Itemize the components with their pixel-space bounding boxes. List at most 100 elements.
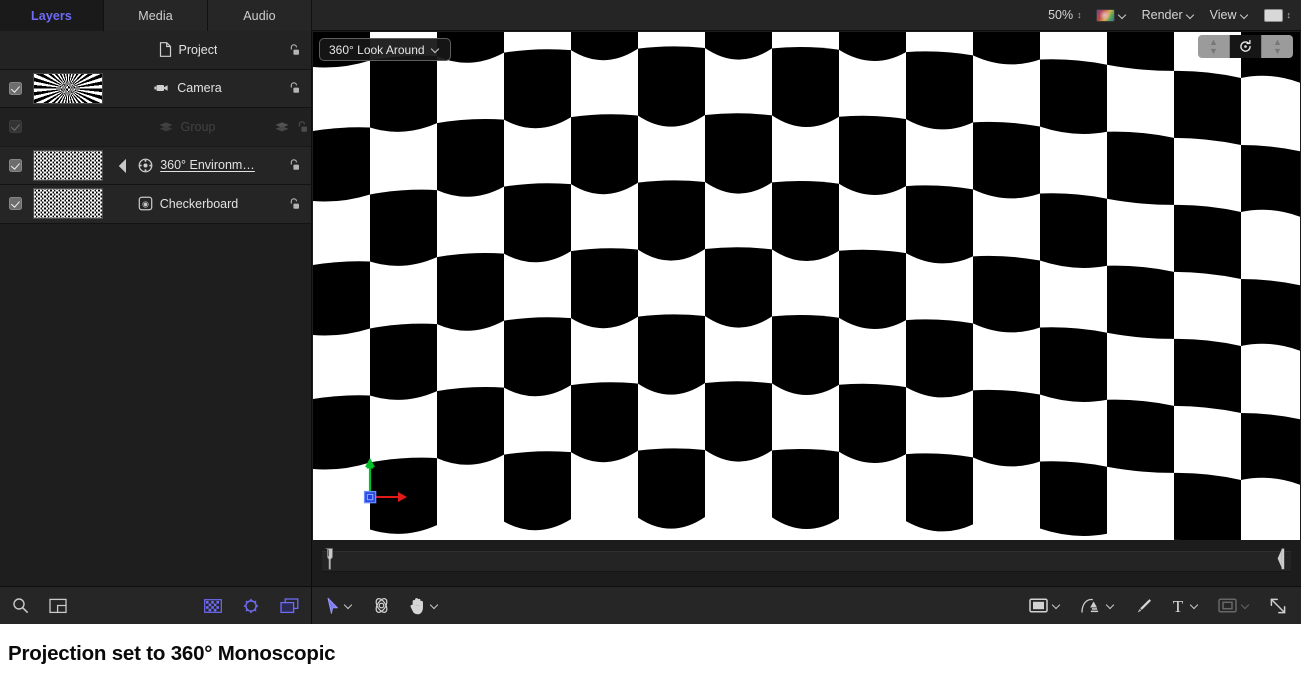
duplicate-window-button[interactable] (280, 598, 299, 614)
view-mode-segmented-control: ▲▼ ▲▼ (1198, 35, 1293, 58)
color-channels-control[interactable] (1096, 9, 1128, 22)
checker-cell (1174, 205, 1241, 279)
checker-cell (906, 185, 973, 263)
chevron-down-icon[interactable] (431, 601, 440, 610)
orbit-3d-icon (372, 596, 391, 615)
tab-layers-label: Layers (31, 9, 72, 23)
caption-text: Projection set to 360° Monoscopic (8, 642, 335, 666)
panel-tab-bar: Layers Media Audio (0, 0, 312, 32)
checker-cell (437, 253, 504, 331)
orbit-rotate-icon (1238, 39, 1253, 54)
zoom-level-value: 50% (1048, 8, 1073, 22)
bezier-pen-tool[interactable] (1080, 596, 1116, 615)
enable-checkbox-camera[interactable] (0, 82, 31, 95)
layer-row-360-environment[interactable]: 360° Environm… (0, 147, 311, 186)
render-menu-button[interactable]: Render (1142, 8, 1196, 22)
layer-label-group: ◉ Checkerboard (103, 196, 277, 211)
timeline-scrubber[interactable] (312, 548, 1301, 586)
checker-cell (504, 49, 571, 128)
chevron-down-icon[interactable] (1242, 601, 1251, 610)
checker-cell (437, 119, 504, 197)
view-menu-button[interactable]: View (1210, 8, 1250, 22)
arrow-cursor-icon (326, 597, 340, 615)
resize-diagonal-icon (1269, 597, 1287, 615)
svg-text:T: T (1173, 597, 1184, 615)
layer-thumbnail-starburst (33, 73, 103, 104)
chevron-down-icon[interactable] (1107, 601, 1116, 610)
up-down-stepper-icon: ↕ (1077, 11, 1082, 20)
search-button[interactable] (12, 597, 29, 614)
background-swatch-icon (1264, 9, 1283, 22)
chevron-down-icon (1187, 11, 1196, 20)
layer-group-extra-icons[interactable] (274, 120, 311, 134)
stepper-right-icon: ▲▼ (1273, 38, 1282, 56)
resize-canvas-button[interactable] (1269, 597, 1287, 615)
chevron-down-icon (1119, 11, 1128, 20)
disclosure-triangle-icon[interactable] (121, 160, 131, 170)
unlocked-padlock-icon (287, 81, 301, 95)
layer-row-group[interactable]: Group (0, 108, 311, 147)
zoom-level-control[interactable]: 50% ↕ (1048, 8, 1082, 22)
chevron-down-icon[interactable] (345, 601, 354, 610)
view-segment-right[interactable]: ▲▼ (1262, 35, 1293, 58)
select-arrow-tool[interactable] (326, 597, 354, 615)
shape-rectangle-tool[interactable] (1029, 598, 1062, 613)
checker-cell (1107, 400, 1174, 473)
layer-thumbnail-empty (33, 34, 103, 65)
color-gradient-swatch-icon (1096, 9, 1115, 22)
checker-cell (370, 324, 437, 400)
enable-checkbox-360-environment[interactable] (0, 159, 31, 172)
checker-cell (839, 250, 906, 329)
pan-hand-tool[interactable] (409, 597, 440, 615)
3d-transform-tool[interactable] (372, 596, 391, 615)
layer-row-camera[interactable]: Camera (0, 70, 311, 109)
tab-audio[interactable]: Audio (208, 0, 312, 31)
layers-stack-icon (158, 121, 174, 133)
layer-row-checkerboard[interactable]: ◉ Checkerboard (0, 185, 311, 224)
tab-media[interactable]: Media (104, 0, 208, 31)
mask-tool[interactable] (1218, 598, 1251, 613)
checker-cell (1107, 32, 1174, 71)
layer-lock-button[interactable] (277, 158, 311, 172)
stepper-left-icon: ▲▼ (1209, 38, 1218, 56)
view-segment-orbit[interactable] (1230, 35, 1262, 58)
layout-frame-button[interactable] (49, 598, 67, 614)
chevron-down-icon[interactable] (1191, 601, 1200, 610)
playhead-marker-icon[interactable] (325, 548, 333, 570)
checkerboard-toggle-button[interactable] (204, 599, 222, 613)
chevron-down-icon[interactable] (1053, 601, 1062, 610)
text-tool[interactable]: T (1170, 597, 1200, 615)
checker-cell (1241, 413, 1300, 488)
canvas-viewer[interactable]: 360° Look Around ▲▼ ▲▼ (312, 31, 1301, 548)
layer-thumbnail-checkerboard (33, 188, 103, 219)
enable-checkbox-group[interactable] (0, 120, 31, 133)
checkbox-checked-icon (9, 197, 22, 210)
view-segment-left[interactable]: ▲▼ (1198, 35, 1230, 58)
checker-cell (1174, 339, 1241, 413)
checker-cell (906, 51, 973, 129)
checker-cell (638, 448, 705, 528)
enable-checkbox-checkerboard[interactable] (0, 197, 31, 210)
checker-cell (1174, 473, 1241, 540)
3d-transform-gizmo[interactable] (356, 453, 416, 513)
paint-brush-icon (1134, 597, 1152, 615)
layer-name: 360° Environm… (160, 158, 255, 172)
checker-cell (638, 314, 705, 394)
end-marker-icon[interactable] (1277, 548, 1285, 570)
layer-row-project[interactable]: Project (0, 31, 311, 70)
background-color-control[interactable]: ↕ (1264, 9, 1292, 22)
layer-lock-button[interactable] (277, 197, 311, 211)
layer-lock-button[interactable] (277, 43, 311, 57)
360-checkerboard-render (313, 32, 1300, 540)
scrubber-track[interactable] (322, 551, 1291, 572)
paint-stroke-tool[interactable] (1134, 597, 1152, 615)
settings-button[interactable] (242, 597, 260, 615)
render-menu-label: Render (1142, 8, 1183, 22)
duplicate-window-icon (280, 598, 299, 614)
layer-lock-button[interactable] (277, 81, 311, 95)
search-icon (12, 597, 29, 614)
tab-layers[interactable]: Layers (0, 0, 104, 31)
projection-mode-dropdown[interactable]: 360° Look Around (319, 38, 451, 61)
checkbox-checked-icon (9, 159, 22, 172)
canvas-render-area (313, 32, 1300, 540)
